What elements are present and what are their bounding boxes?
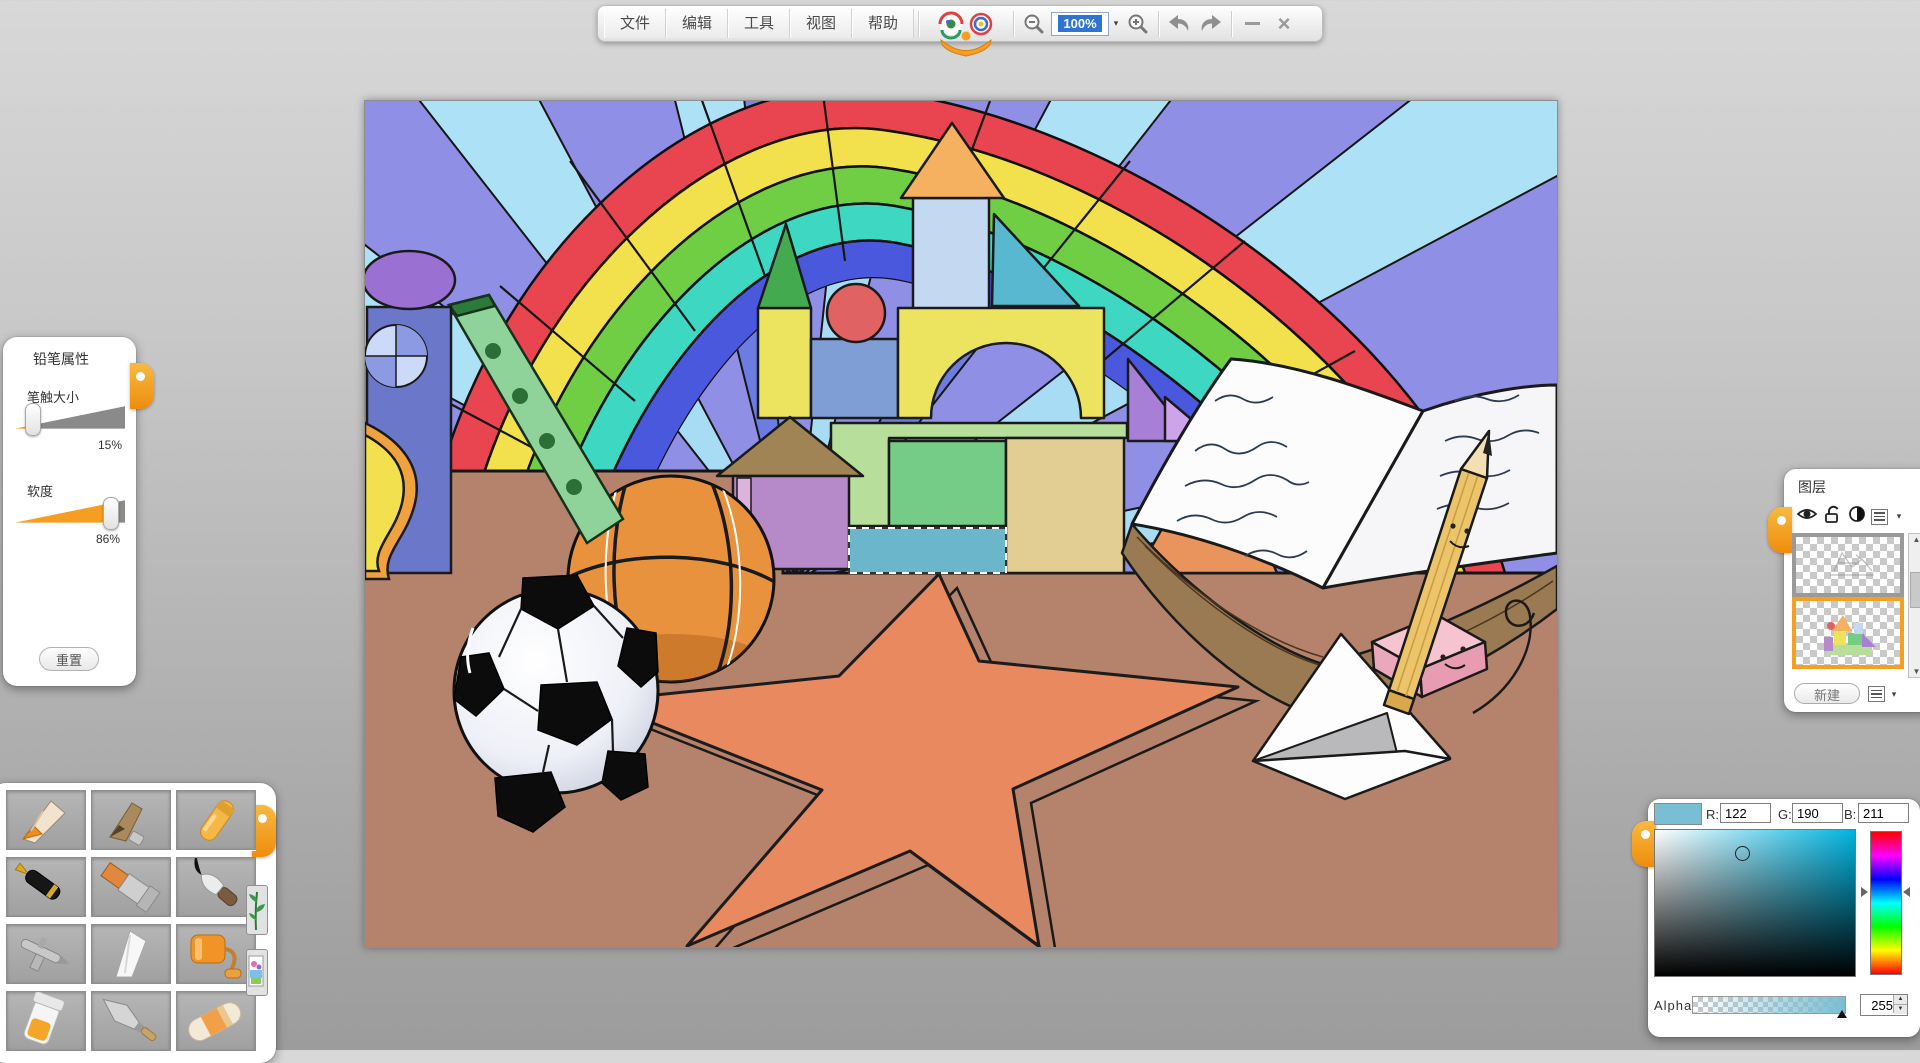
tool-paint-roller[interactable]: [176, 924, 256, 984]
layer-menu-icon[interactable]: [1871, 509, 1888, 525]
menu-tools[interactable]: 工具: [728, 9, 790, 38]
undo-icon: [1166, 13, 1192, 35]
tool-ink-brush[interactable]: [176, 857, 256, 917]
green-field[interactable]: [1792, 803, 1843, 823]
blue-field[interactable]: [1858, 803, 1909, 823]
zoom-out-button[interactable]: [1018, 9, 1050, 38]
current-color-swatch: [1654, 803, 1702, 825]
menu-view[interactable]: 视图: [790, 9, 852, 38]
redo-button[interactable]: [1195, 9, 1227, 38]
minimize-button[interactable]: [1236, 9, 1268, 38]
pencil-properties-panel: 铅笔属性 笔触大小 15% 软度 86% 重置: [3, 337, 136, 686]
layer-menu-caret[interactable]: ▾: [1893, 511, 1905, 522]
layers-panel-title: 图层: [1798, 477, 1826, 497]
pencil-panel-title: 铅笔属性: [33, 349, 89, 369]
hue-marker-right[interactable]: [1903, 887, 1910, 897]
layer-options-caret[interactable]: ▾: [1888, 689, 1900, 700]
alpha-marker[interactable]: [1837, 1010, 1847, 1018]
clown-face-art: [929, 9, 1003, 67]
minimize-icon: [1245, 22, 1260, 25]
toolbar-separator: [1231, 11, 1232, 37]
brush-size-value: 15%: [98, 438, 122, 452]
softness-slider-thumb[interactable]: [103, 497, 119, 530]
close-button[interactable]: ×: [1268, 9, 1300, 38]
menu-help[interactable]: 帮助: [852, 9, 914, 38]
zoom-level-value: 100%: [1058, 15, 1101, 32]
softness-value: 86%: [96, 532, 120, 546]
reset-button[interactable]: 重置: [39, 647, 99, 671]
tool-palette-knife[interactable]: [91, 991, 171, 1051]
layer-item-color[interactable]: [1792, 597, 1904, 669]
layer-options-icon[interactable]: [1868, 686, 1885, 702]
clown-handle-icon[interactable]: [929, 8, 1003, 39]
scrollbar-thumb[interactable]: [1910, 572, 1920, 608]
stamp-tool-plant-button[interactable]: [246, 885, 268, 935]
layers-scrollbar[interactable]: ▲ ▼: [1908, 533, 1920, 678]
hue-marker-left[interactable]: [1861, 887, 1868, 897]
tool-paint-cone[interactable]: [91, 924, 171, 984]
blue-label: B:: [1844, 807, 1856, 822]
alpha-gradient: [1693, 997, 1845, 1013]
toolbar-separator: [918, 11, 919, 37]
tool-crayon[interactable]: [176, 790, 256, 850]
toolbar-separator: [1013, 11, 1014, 37]
spin-down-icon[interactable]: ▼: [1894, 1004, 1907, 1014]
panel-handle[interactable]: [1632, 821, 1656, 867]
hue-bar[interactable]: [1870, 831, 1902, 975]
alpha-field[interactable]: [1861, 995, 1895, 1015]
tool-palette-panel: [0, 783, 276, 1063]
alpha-label: Alpha: [1654, 998, 1692, 1013]
zoom-in-icon: [1127, 13, 1149, 35]
tool-fountain-pen[interactable]: [6, 857, 86, 917]
eye-icon[interactable]: [1796, 505, 1818, 528]
tool-airbrush[interactable]: [6, 924, 86, 984]
spin-up-icon[interactable]: ▲: [1894, 995, 1907, 1004]
selection-marquee[interactable]: [849, 528, 1006, 573]
layer-list: [1792, 533, 1904, 669]
toolbar-separator: [1158, 11, 1159, 37]
tool-grid: [6, 790, 254, 1051]
softness-slider[interactable]: [15, 497, 125, 529]
saturation-value-picker[interactable]: [1654, 829, 1856, 977]
menu-edit[interactable]: 编辑: [666, 9, 728, 38]
tool-paint-bottle[interactable]: [6, 991, 86, 1051]
zoom-in-button[interactable]: [1122, 9, 1154, 38]
sv-marker[interactable]: [1735, 846, 1750, 861]
scroll-down-icon[interactable]: ▼: [1909, 667, 1920, 676]
alpha-value-box: ▲▼: [1860, 994, 1908, 1016]
zoom-out-icon: [1023, 13, 1045, 35]
toolbar: 文件 编辑 工具 视图 帮助 100% ▾: [597, 5, 1323, 42]
red-field[interactable]: [1720, 803, 1771, 823]
zoom-dropdown-caret[interactable]: ▾: [1110, 18, 1122, 29]
red-label: R:: [1706, 807, 1719, 822]
brush-size-slider-thumb[interactable]: [25, 403, 41, 436]
new-layer-button[interactable]: 新建: [1794, 683, 1860, 704]
alpha-spinner[interactable]: ▲▼: [1893, 995, 1907, 1013]
redo-icon: [1198, 13, 1224, 35]
undo-button[interactable]: [1163, 9, 1195, 38]
panel-handle[interactable]: [130, 363, 154, 409]
zoom-level-input[interactable]: 100%: [1051, 12, 1109, 36]
tool-pencil[interactable]: [6, 790, 86, 850]
alpha-slider[interactable]: [1692, 996, 1846, 1014]
panel-handle[interactable]: [1768, 507, 1792, 553]
tool-charcoal-pencil[interactable]: [91, 790, 171, 850]
canvas-artwork: [365, 101, 1557, 947]
scroll-up-icon[interactable]: ▲: [1909, 535, 1920, 544]
tool-flat-brush[interactable]: [91, 857, 171, 917]
lock-icon[interactable]: [1823, 505, 1843, 528]
brush-size-slider[interactable]: [15, 403, 125, 435]
layers-panel: 图层 ▾ ▲ ▼ 新建 ▾: [1784, 469, 1920, 712]
green-label: G:: [1778, 807, 1792, 822]
tool-eraser[interactable]: [176, 991, 256, 1051]
opacity-icon[interactable]: [1848, 505, 1866, 528]
drawing-canvas[interactable]: [364, 100, 1558, 948]
stamp-tool-picture-button[interactable]: [246, 949, 268, 996]
menu-file[interactable]: 文件: [604, 9, 666, 38]
color-picker-panel: R: G: B: Alpha ▲▼: [1648, 799, 1920, 1037]
close-icon: ×: [1278, 11, 1291, 37]
layer-item-sketch[interactable]: [1792, 533, 1904, 597]
